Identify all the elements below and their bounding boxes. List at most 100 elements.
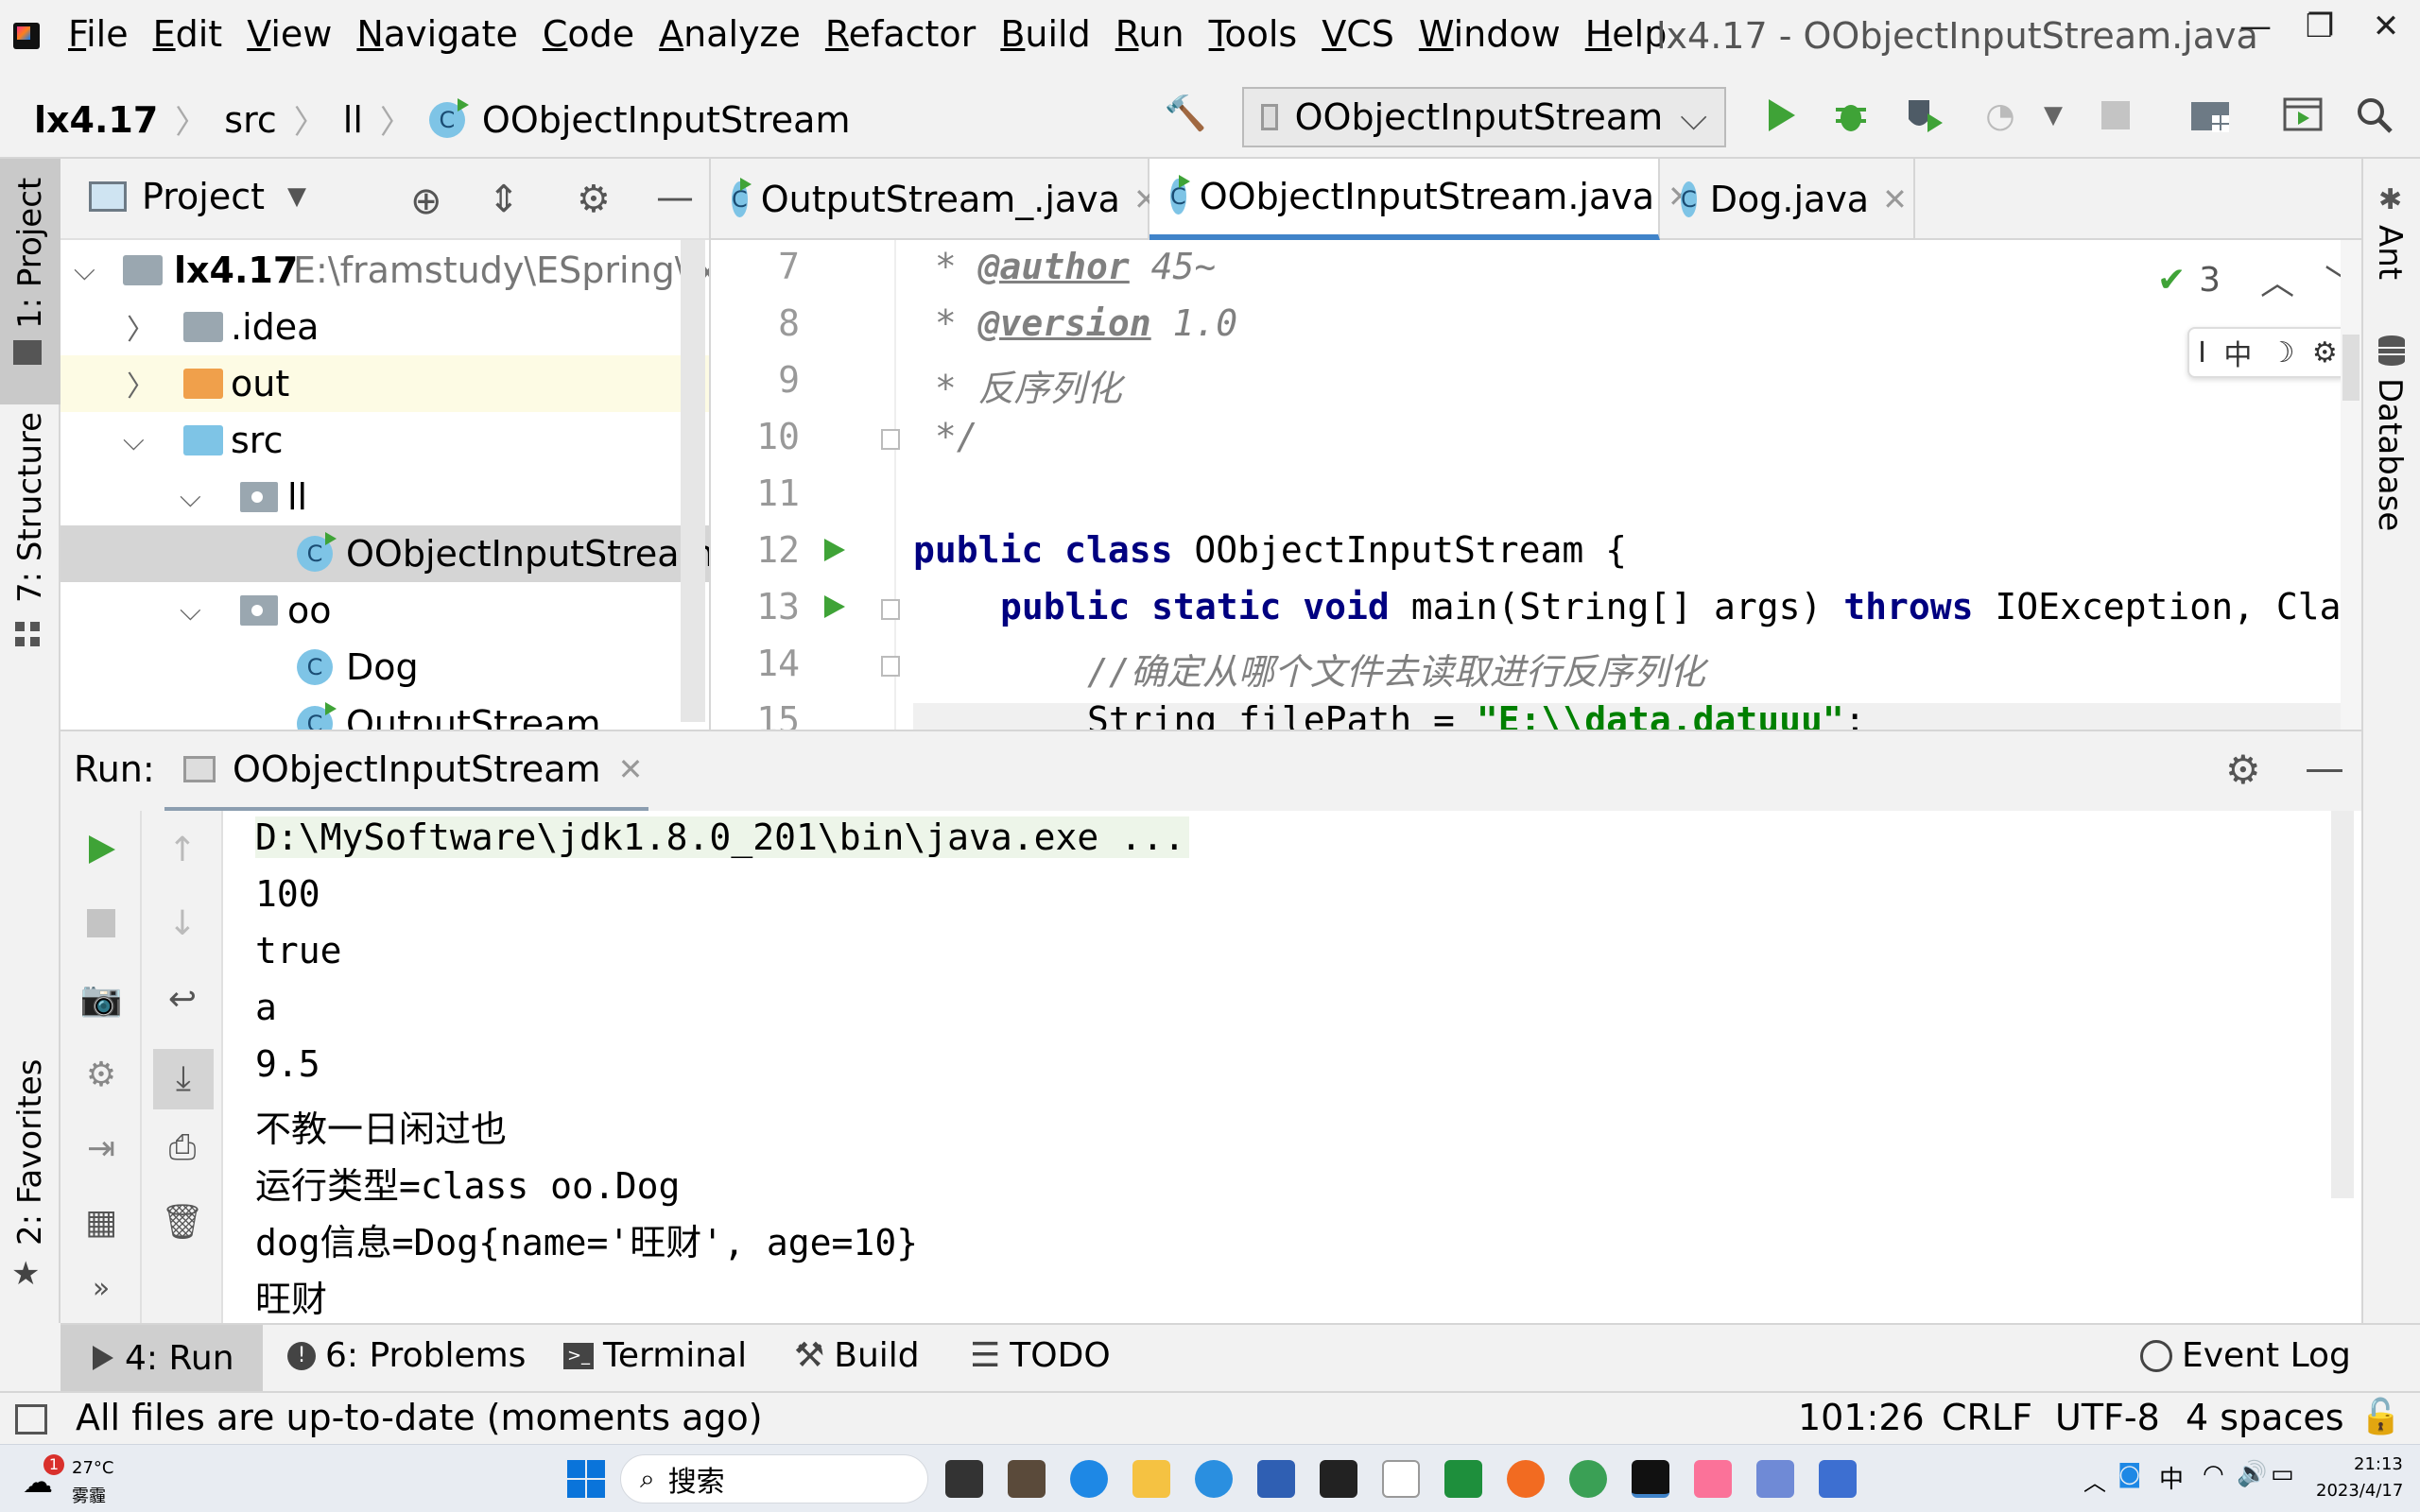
close-window-button[interactable]: ✕ bbox=[2358, 8, 2414, 45]
tree-item-oobjectinputstream[interactable]: C OObjectInputStream bbox=[60, 525, 709, 582]
soft-wrap-button[interactable]: ↩ bbox=[161, 977, 204, 1021]
battery-icon[interactable]: ▭ bbox=[2271, 1460, 2294, 1488]
login-button[interactable]: ⇥ bbox=[79, 1126, 123, 1170]
menu-analyze[interactable]: Analyze bbox=[659, 13, 801, 55]
tree-item-package-oo[interactable]: ⌵ oo bbox=[60, 582, 709, 639]
excel-icon[interactable] bbox=[1444, 1460, 1482, 1498]
run-button[interactable] bbox=[1760, 94, 1802, 136]
breadcrumb-class[interactable]: OObjectInputStream bbox=[482, 99, 851, 141]
moon-icon[interactable]: ☽ bbox=[2270, 336, 2295, 369]
inspection-widget[interactable]: ✔ 3 ︿ ﹀ bbox=[2157, 255, 2359, 304]
hide-panel-icon[interactable]: — bbox=[2305, 745, 2344, 791]
store-icon[interactable] bbox=[1257, 1460, 1295, 1498]
stop-button[interactable] bbox=[2095, 94, 2136, 136]
tray-app-icon[interactable]: ◙ bbox=[2118, 1460, 2141, 1488]
project-view-select[interactable]: Project ▼ bbox=[89, 176, 306, 217]
down-stack-button[interactable]: ↓ bbox=[161, 902, 204, 945]
rerun-button[interactable] bbox=[79, 828, 123, 871]
status-message[interactable]: All files are up-to-date (moments ago) bbox=[76, 1397, 763, 1438]
tab-event-log[interactable]: Event Log bbox=[2140, 1336, 2351, 1375]
clock-date[interactable]: 2023/4/17 bbox=[2316, 1481, 2403, 1501]
chevron-down-icon[interactable]: ▼ bbox=[2032, 94, 2074, 136]
project-scrollbar[interactable] bbox=[681, 240, 705, 722]
tree-item-outputstream[interactable]: C OutputStream_ bbox=[60, 696, 709, 730]
chevron-up-icon[interactable]: ︿ bbox=[2083, 1464, 2106, 1497]
speaker-icon[interactable]: 🔊 bbox=[2237, 1460, 2267, 1488]
minimize-button[interactable]: — bbox=[2227, 8, 2284, 45]
breadcrumb-package[interactable]: ll bbox=[343, 99, 363, 141]
lock-icon[interactable]: 🔓 bbox=[2360, 1397, 2402, 1436]
tab-dog[interactable]: C Dog.java ✕ bbox=[1660, 159, 1915, 240]
layout-button[interactable]: ▦ bbox=[79, 1200, 123, 1244]
line-separator[interactable]: CRLF bbox=[1942, 1397, 2032, 1438]
document-icon[interactable] bbox=[1382, 1460, 1420, 1498]
notes-icon[interactable] bbox=[1819, 1460, 1857, 1498]
menu-help[interactable]: Help bbox=[1585, 13, 1668, 55]
photos-icon[interactable] bbox=[1756, 1460, 1794, 1498]
print-button[interactable]: ⎙ bbox=[161, 1126, 204, 1170]
file-encoding[interactable]: UTF-8 bbox=[2055, 1397, 2160, 1438]
scrollbar-thumb[interactable] bbox=[2342, 335, 2360, 401]
hide-panel-icon[interactable]: — bbox=[656, 176, 694, 219]
menu-tools[interactable]: Tools bbox=[1209, 13, 1298, 55]
clear-all-button[interactable]: 🗑 bbox=[161, 1200, 204, 1244]
gear-icon[interactable]: ⚙ bbox=[2225, 747, 2261, 793]
menu-window[interactable]: Window bbox=[1419, 13, 1561, 55]
chat-icon[interactable] bbox=[1569, 1460, 1607, 1498]
ime-toolbar[interactable]: I 中 ☽ ⚙ bbox=[2187, 327, 2348, 378]
tab-terminal[interactable]: >_ Terminal bbox=[563, 1336, 747, 1375]
code-editor[interactable]: 7 8 9 10 11 12 13 14 15 * @author 45~ * … bbox=[711, 240, 2361, 730]
up-stack-button[interactable]: ↑ bbox=[161, 828, 204, 871]
task-view-icon[interactable] bbox=[945, 1460, 983, 1498]
intellij-icon[interactable] bbox=[1632, 1460, 1669, 1498]
close-icon[interactable]: ✕ bbox=[1882, 181, 1908, 217]
ime-indicator[interactable]: 中 bbox=[2159, 1460, 2184, 1495]
gear-icon[interactable]: ⚙ bbox=[2312, 336, 2338, 369]
tree-item-package-ll[interactable]: ⌵ ll bbox=[60, 469, 709, 525]
tab-outputstream[interactable]: C OutputStream_.java ✕ bbox=[711, 159, 1159, 240]
menu-vcs[interactable]: VCS bbox=[1322, 13, 1394, 55]
menu-build[interactable]: Build bbox=[1000, 13, 1090, 55]
tab-run[interactable]: 4: Run bbox=[60, 1325, 263, 1391]
gear-icon[interactable]: ⚙ bbox=[577, 178, 611, 221]
project-structure-button[interactable] bbox=[2189, 94, 2231, 136]
build-hammer-icon[interactable]: 🔨 bbox=[1165, 93, 1207, 134]
tree-item-idea[interactable]: 〉 .idea bbox=[60, 299, 709, 355]
start-button[interactable] bbox=[565, 1458, 607, 1500]
menu-navigate[interactable]: Navigate bbox=[356, 13, 517, 55]
more-button[interactable]: » bbox=[79, 1266, 123, 1310]
tool-windows-icon[interactable] bbox=[15, 1404, 47, 1435]
menu-refactor[interactable]: Refactor bbox=[825, 13, 976, 55]
tab-build[interactable]: ⚒ Build bbox=[794, 1336, 920, 1375]
tab-oobjectinputstream[interactable]: C OObjectInputStream.java ✕ bbox=[1150, 159, 1693, 240]
edge-icon[interactable] bbox=[1070, 1460, 1108, 1498]
taskbar-search[interactable]: ⌕ 搜索 bbox=[620, 1454, 928, 1503]
app-icon[interactable] bbox=[1008, 1460, 1046, 1498]
file-explorer-icon[interactable] bbox=[1132, 1460, 1170, 1498]
stop-button[interactable] bbox=[79, 902, 123, 945]
weather-widget[interactable]: ☁ 1 bbox=[19, 1454, 70, 1505]
menu-edit[interactable]: Edit bbox=[153, 13, 223, 55]
fold-icon[interactable] bbox=[881, 429, 900, 450]
console-output[interactable]: D:\MySoftware\jdk1.8.0_201\bin\java.exe … bbox=[250, 811, 2329, 1325]
clock-time[interactable]: 21:13 bbox=[2354, 1454, 2403, 1474]
wifi-icon[interactable]: ◠ bbox=[2203, 1460, 2224, 1488]
editor-scrollbar[interactable] bbox=[2341, 240, 2361, 730]
scroll-to-end-button[interactable]: ⤓ bbox=[153, 1049, 214, 1109]
fold-icon[interactable] bbox=[881, 599, 900, 620]
profile-button[interactable]: ◔ bbox=[1979, 94, 2021, 136]
run-gutter-icon[interactable] bbox=[822, 593, 847, 620]
tab-todo[interactable]: ☰ TODO bbox=[970, 1336, 1111, 1375]
tab-problems[interactable]: ! 6: Problems bbox=[287, 1336, 526, 1375]
tree-item-out[interactable]: 〉 out bbox=[60, 355, 709, 412]
chevron-up-icon[interactable]: ︿ bbox=[2260, 255, 2294, 304]
menu-code[interactable]: Code bbox=[543, 13, 634, 55]
breadcrumb-src[interactable]: src bbox=[224, 99, 276, 141]
menu-run[interactable]: Run bbox=[1115, 13, 1184, 55]
console-scrollbar[interactable] bbox=[2331, 811, 2354, 1198]
run-configuration-select[interactable]: OObjectInputStream ⌵ bbox=[1242, 87, 1726, 147]
caret-position[interactable]: 101:26 bbox=[1798, 1397, 1925, 1438]
search-button[interactable] bbox=[2354, 94, 2395, 136]
close-icon[interactable]: ✕ bbox=[618, 751, 644, 787]
menu-view[interactable]: View bbox=[247, 13, 332, 55]
